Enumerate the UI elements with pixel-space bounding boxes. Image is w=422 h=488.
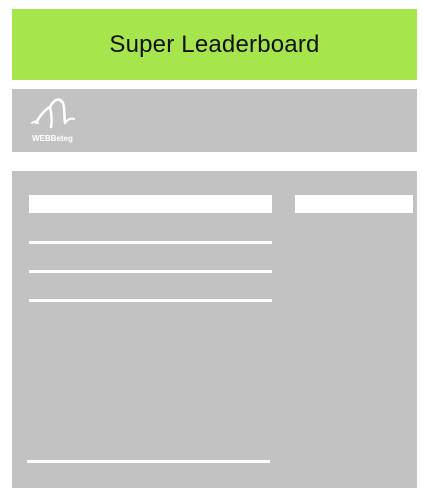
- page: Super Leaderboard WEBBeteg: [0, 0, 422, 488]
- webbeteg-logo[interactable]: WEBBeteg: [30, 93, 78, 147]
- search-button[interactable]: [295, 195, 413, 213]
- list-item[interactable]: [29, 270, 272, 273]
- site-header: WEBBeteg: [12, 89, 417, 152]
- search-input[interactable]: [29, 195, 272, 213]
- logo-text: WEBBeteg: [32, 134, 73, 143]
- leaderboard-title: Super Leaderboard: [109, 30, 320, 58]
- list-item[interactable]: [29, 299, 272, 302]
- list-item[interactable]: [29, 241, 272, 244]
- list-item[interactable]: [27, 460, 270, 463]
- main-content-panel: [12, 171, 417, 488]
- leaderboard-ad-banner[interactable]: Super Leaderboard: [12, 9, 417, 80]
- webbeteg-logo-icon: [31, 98, 75, 129]
